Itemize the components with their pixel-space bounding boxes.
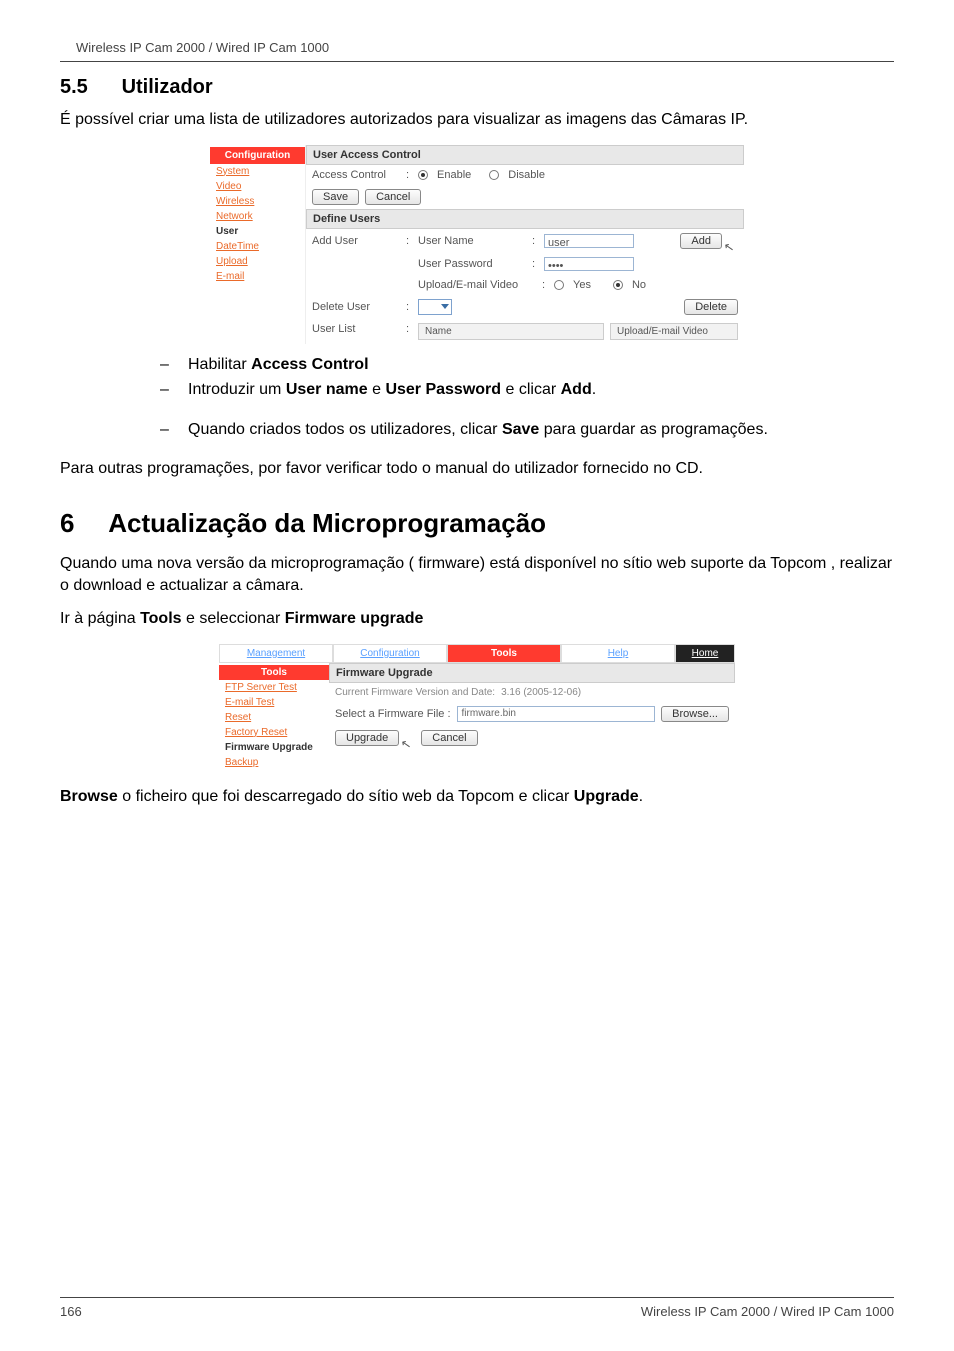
uac-section-title: User Access Control — [306, 145, 744, 165]
disable-label: Disable — [508, 169, 545, 181]
radio-yes[interactable] — [554, 280, 564, 290]
firmware-title: Firmware Upgrade — [329, 663, 735, 683]
radio-enable[interactable] — [418, 170, 428, 180]
header-rule — [60, 61, 894, 62]
section-5-5-heading: 5.5 Utilizador — [60, 76, 894, 99]
sidebar-item-system[interactable]: System — [210, 164, 305, 179]
section-6-heading: 6 Actualização da Microprogramação — [60, 508, 894, 539]
screenshot-user-access: Configuration System Video Wireless Netw… — [210, 145, 744, 344]
cancel-button[interactable]: Cancel — [365, 189, 421, 205]
section-6-intro: Quando uma nova versão da microprogramaç… — [60, 553, 894, 596]
sidebar-item-network[interactable]: Network — [210, 209, 305, 224]
th-name: Name — [418, 323, 604, 340]
radio-disable[interactable] — [489, 170, 499, 180]
sidebar-item-user[interactable]: User — [210, 224, 305, 239]
sidebar-item-email-test[interactable]: E-mail Test — [219, 695, 329, 710]
fw-version-value: 3.16 (2005-12-06) — [501, 687, 581, 698]
delete-button[interactable]: Delete — [684, 299, 738, 315]
chevron-down-icon — [441, 304, 449, 309]
tools-sidebar-header: Tools — [219, 665, 329, 680]
tab-tools[interactable]: Tools — [447, 644, 561, 663]
sidebar-item-factory-reset[interactable]: Factory Reset — [219, 725, 329, 740]
username-label: User Name — [418, 235, 526, 247]
closing-6: Browse o ficheiro que foi descarregado d… — [60, 786, 894, 808]
enable-label: Enable — [437, 169, 471, 181]
th-upload: Upload/E-mail Video — [610, 323, 738, 340]
sidebar-item-firmware-upgrade[interactable]: Firmware Upgrade — [219, 740, 329, 755]
sidebar-item-video[interactable]: Video — [210, 179, 305, 194]
user-list-label: User List — [312, 323, 400, 335]
page-number: 166 — [60, 1304, 82, 1319]
password-input[interactable]: •••• — [544, 257, 634, 271]
file-input[interactable]: firmware.bin — [457, 706, 656, 722]
upload-video-label: Upload/E-mail Video — [418, 279, 536, 291]
page-footer: 166 Wireless IP Cam 2000 / Wired IP Cam … — [60, 1297, 894, 1319]
cancel-button-2[interactable]: Cancel — [421, 730, 477, 746]
browse-button[interactable]: Browse... — [661, 706, 729, 722]
config-sidebar: Configuration System Video Wireless Netw… — [210, 145, 306, 344]
add-button[interactable]: Add — [680, 233, 722, 249]
section-number: 5.5 — [60, 76, 116, 99]
tab-configuration[interactable]: Configuration — [333, 644, 447, 663]
cursor-icon: ↖ — [400, 736, 412, 752]
tab-home[interactable]: Home — [675, 644, 735, 663]
sidebar-item-ftp-test[interactable]: FTP Server Test — [219, 680, 329, 695]
sidebar-header: Configuration — [210, 147, 305, 164]
tab-help[interactable]: Help — [561, 644, 675, 663]
sidebar-item-reset[interactable]: Reset — [219, 710, 329, 725]
upgrade-button[interactable]: Upgrade — [335, 730, 399, 746]
tools-sidebar: Tools FTP Server Test E-mail Test Reset … — [219, 663, 329, 776]
sidebar-item-datetime[interactable]: DateTime — [210, 239, 305, 254]
instruction-list-1: Habilitar Access Control Introduzir um U… — [60, 354, 894, 401]
sidebar-item-email[interactable]: E-mail — [210, 269, 305, 284]
instr-3: Quando criados todos os utilizadores, cl… — [160, 419, 894, 441]
page-header-product: Wireless IP Cam 2000 / Wired IP Cam 1000 — [76, 40, 894, 55]
access-control-label: Access Control — [312, 169, 400, 181]
footer-product: Wireless IP Cam 2000 / Wired IP Cam 1000 — [641, 1304, 894, 1319]
screenshot-firmware: Management Configuration Tools Help Home… — [219, 644, 735, 776]
username-input[interactable]: user — [544, 234, 634, 248]
password-label: User Password — [418, 258, 526, 270]
sidebar-item-backup[interactable]: Backup — [219, 755, 329, 770]
sidebar-item-wireless[interactable]: Wireless — [210, 194, 305, 209]
instr-2: Introduzir um User name e User Password … — [160, 379, 894, 401]
page: Wireless IP Cam 2000 / Wired IP Cam 1000… — [0, 0, 954, 1351]
cursor-icon: ↖ — [723, 239, 735, 255]
chapter-number: 6 — [60, 508, 102, 539]
section-title: Utilizador — [122, 76, 213, 98]
select-file-label: Select a Firmware File : — [335, 708, 451, 720]
yes-label: Yes — [573, 279, 591, 291]
chapter-title: Actualização da Microprogramação — [108, 508, 546, 538]
config-main: User Access Control Access Control : Ena… — [306, 145, 744, 344]
no-label: No — [632, 279, 646, 291]
colon: : — [406, 169, 412, 181]
section-6-step: Ir à página Tools e seleccionar Firmware… — [60, 608, 894, 630]
instruction-list-1b: Quando criados todos os utilizadores, cl… — [60, 419, 894, 441]
closing-55: Para outras programações, por favor veri… — [60, 458, 894, 480]
firmware-panel: Firmware Upgrade Current Firmware Versio… — [329, 663, 735, 776]
delete-user-label: Delete User — [312, 301, 400, 313]
delete-user-select[interactable] — [418, 299, 452, 315]
save-button[interactable]: Save — [312, 189, 359, 205]
sidebar-item-upload[interactable]: Upload — [210, 254, 305, 269]
define-users-title: Define Users — [306, 209, 744, 229]
radio-no[interactable] — [613, 280, 623, 290]
section-5-5-intro: É possível criar uma lista de utilizador… — [60, 109, 894, 131]
instr-1: Habilitar Access Control — [160, 354, 894, 376]
fw-version-label: Current Firmware Version and Date: — [335, 687, 495, 698]
tab-management[interactable]: Management — [219, 644, 333, 663]
top-tabs: Management Configuration Tools Help Home — [219, 644, 735, 663]
add-user-label: Add User — [312, 235, 400, 247]
